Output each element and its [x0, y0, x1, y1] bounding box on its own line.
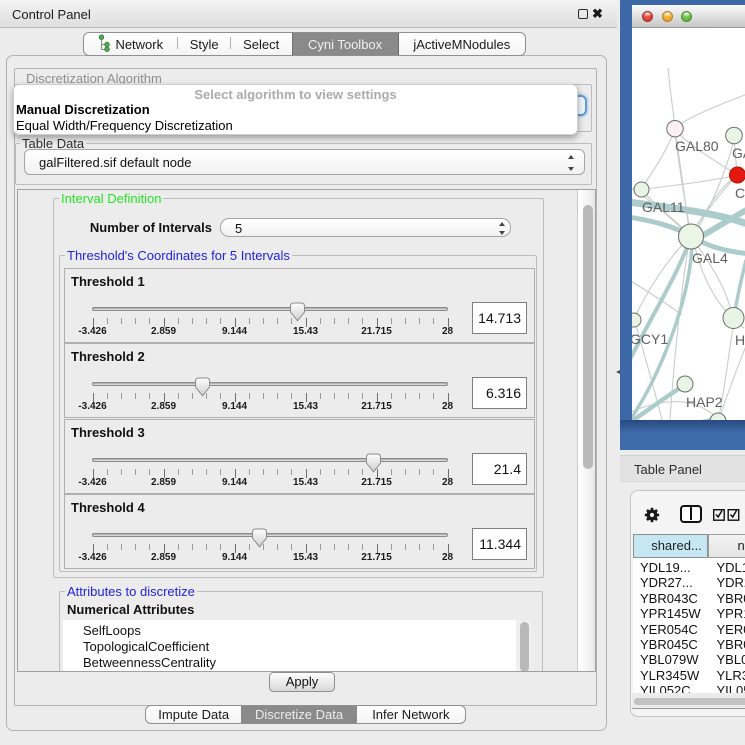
svg-text:GA: GA [732, 145, 745, 161]
svg-text:H: H [735, 332, 745, 348]
svg-text:C: C [735, 185, 745, 201]
svg-text:HAP2: HAP2 [686, 394, 723, 410]
svg-text:GCY1: GCY1 [632, 331, 668, 347]
svg-text:GAL80: GAL80 [675, 138, 719, 154]
svg-text:GAL11: GAL11 [642, 199, 685, 215]
svg-text:GAL4: GAL4 [692, 250, 728, 266]
